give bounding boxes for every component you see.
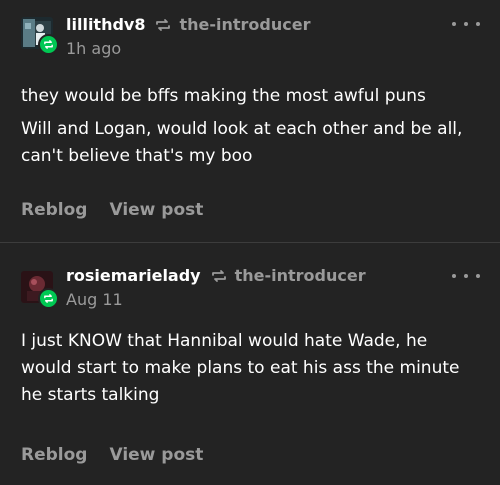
reblog-badge-icon [38,34,59,55]
post-actions: Reblog View post [21,445,203,465]
post-text: Will and Logan, would look at each other… [21,119,463,166]
post-header: lillithdv8 the-introducer [66,15,311,35]
post-body: I just KNOW that Hannibal would hate Wad… [21,328,481,409]
source-blog-link[interactable]: the-introducer [179,15,310,35]
username-link[interactable]: lillithdv8 [66,15,145,35]
reblog-icon [155,18,171,32]
post-card: lillithdv8 the-introducer 1h ago they wo… [0,0,500,242]
username-link[interactable]: rosiemarielady [66,266,201,286]
post-header: rosiemarielady the-introducer [66,266,366,286]
source-blog-link[interactable]: the-introducer [235,266,366,286]
avatar[interactable] [21,271,59,309]
reblog-badge-icon [38,288,59,309]
reblog-button[interactable]: Reblog [21,200,87,220]
post-timestamp: 1h ago [66,39,122,58]
post-card: rosiemarielady the-introducer Aug 11 I j… [0,243,500,485]
view-post-button[interactable]: View post [109,200,203,220]
more-options-icon[interactable] [452,16,480,32]
post-text: I just KNOW that Hannibal would hate Wad… [21,331,460,405]
post-actions: Reblog View post [21,200,203,220]
post-timestamp: Aug 11 [66,290,123,309]
more-options-icon[interactable] [452,268,480,284]
reblog-button[interactable]: Reblog [21,445,87,465]
avatar[interactable] [21,17,59,55]
view-post-button[interactable]: View post [109,445,203,465]
post-body: they would be bffs making the most awful… [21,83,481,170]
post-text: they would be bffs making the most awful… [21,86,426,106]
reblog-icon [211,269,227,283]
